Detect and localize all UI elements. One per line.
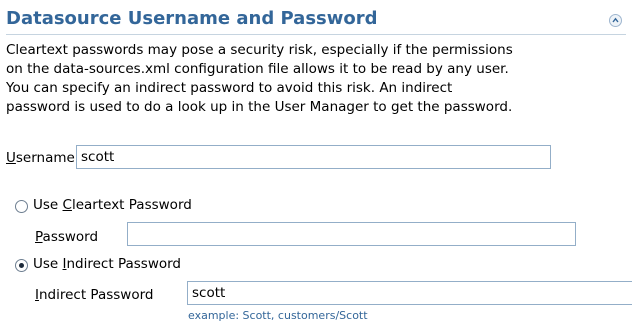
username-label: Username: [6, 150, 75, 166]
indirect-password-label-rest: ndirect Password: [38, 287, 154, 303]
cleartext-option-rest: leartext Password: [71, 197, 192, 213]
password-label-rest: assword: [42, 229, 99, 245]
username-label-access-key: U: [6, 150, 16, 166]
indirect-password-input[interactable]: [187, 281, 632, 305]
cleartext-option-access-key: C: [62, 197, 72, 213]
description-line: on the data-sources.xml configuration fi…: [6, 61, 509, 77]
description-line: Cleartext passwords may pose a security …: [6, 42, 513, 58]
indirect-password-option-label[interactable]: Use Indirect Password: [33, 256, 181, 272]
radio-selected-dot: [19, 263, 24, 268]
section-header: Datasource Username and Password: [6, 6, 626, 35]
password-input[interactable]: [127, 222, 576, 246]
collapse-chevron-up-icon[interactable]: [609, 14, 622, 27]
cleartext-password-radio[interactable]: [15, 200, 28, 213]
indirect-password-radio[interactable]: [15, 259, 28, 272]
password-label: Password: [35, 229, 98, 245]
section-title: Datasource Username and Password: [6, 8, 378, 29]
username-label-rest: sername: [15, 150, 75, 166]
password-label-access-key: P: [35, 229, 43, 245]
indirect-password-label: Indirect Password: [35, 287, 153, 303]
cleartext-password-option-label[interactable]: Use Cleartext Password: [33, 197, 192, 213]
indirect-password-hint: example: Scott, customers/Scott: [188, 309, 368, 322]
description-line: You can specify an indirect password to …: [6, 80, 453, 96]
indirect-option-prefix: Use: [33, 256, 63, 272]
description-line: password is used to do a look up in the …: [6, 99, 513, 115]
username-input[interactable]: [76, 145, 551, 169]
indirect-option-rest: ndirect Password: [66, 256, 182, 272]
cleartext-option-prefix: Use: [33, 197, 63, 213]
description-text: Cleartext passwords may pose a security …: [6, 41, 628, 117]
